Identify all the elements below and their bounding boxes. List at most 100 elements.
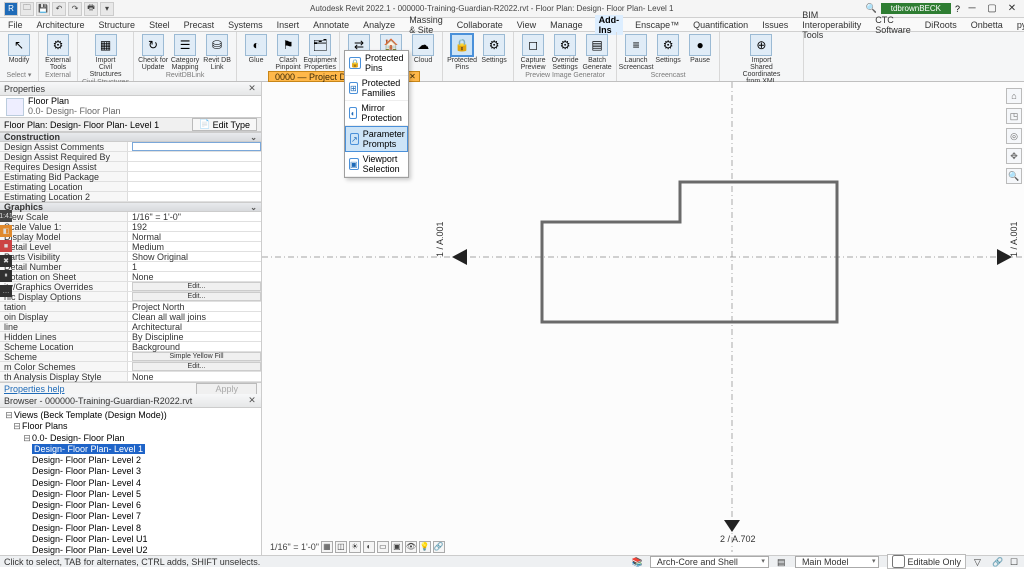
workset-selector[interactable]: Arch-Core and Shell	[650, 556, 769, 568]
section-construction[interactable]: Construction⌄	[0, 132, 261, 142]
nav-wheel-icon[interactable]: ◎	[1006, 128, 1022, 144]
dropdown-protected-pins[interactable]: 🔒Protected Pins	[345, 51, 408, 76]
vc-hide-icon[interactable]: 👁	[405, 541, 417, 553]
ribbon-override-settings[interactable]: ⚙Override Settings	[550, 34, 580, 71]
status-designopt-icon[interactable]: ▤	[777, 557, 787, 567]
ribbon-settings[interactable]: ⚙Settings	[653, 34, 683, 71]
view-tab-close[interactable]: ✕	[409, 72, 416, 81]
minimize-button[interactable]: ─	[964, 3, 980, 14]
menu-precast[interactable]: Precast	[182, 20, 217, 30]
tree-design-floor-plan-level-4[interactable]: Design- Floor Plan- Level 4	[4, 478, 257, 489]
menu-file[interactable]: File	[6, 20, 25, 30]
tree-0-0-design-floor-plan[interactable]: ⊟0.0- Design- Floor Plan	[4, 433, 257, 444]
menu-onbetta[interactable]: Onbetta	[969, 20, 1005, 30]
tree-design-floor-plan-level-u2[interactable]: Design- Floor Plan- Level U2	[4, 545, 257, 555]
nav-pan-icon[interactable]: ✥	[1006, 148, 1022, 164]
menu-manage[interactable]: Manage	[548, 20, 585, 30]
vc-detail-icon[interactable]: ▦	[321, 541, 333, 553]
ribbon-revit-db-link[interactable]: ⛁Revit DB Link	[202, 34, 232, 71]
menu-view[interactable]: View	[515, 20, 538, 30]
dropdown-mirror-protection[interactable]: ◐Mirror Protection	[345, 101, 408, 126]
menu-ctc-software[interactable]: CTC Software	[873, 15, 913, 35]
view-scale-label[interactable]: 1/16" = 1'-0"	[270, 542, 319, 552]
ribbon-settings[interactable]: ⚙Settings	[479, 34, 509, 71]
vc-sun-icon[interactable]: ☀	[349, 541, 361, 553]
menu-issues[interactable]: Issues	[760, 20, 790, 30]
menu-collaborate[interactable]: Collaborate	[455, 20, 505, 30]
vc-cropvis-icon[interactable]: ▣	[391, 541, 403, 553]
ribbon-check-for-update[interactable]: ↻Check for Update	[138, 34, 168, 71]
ribbon-clash-pinpoint[interactable]: ⚑Clash Pinpoint	[273, 34, 303, 71]
tree-design-floor-plan-level-8[interactable]: Design- Floor Plan- Level 8	[4, 523, 257, 534]
qat-print[interactable]: 🖶	[84, 2, 98, 16]
menu-bim-interoperability-tools[interactable]: BIM Interoperability Tools	[800, 10, 863, 40]
nav-zoom-icon[interactable]: 🔍	[1006, 168, 1022, 184]
menu-insert[interactable]: Insert	[275, 20, 302, 30]
status-worksets-icon[interactable]: 📚	[632, 557, 642, 567]
qat-more[interactable]: ▾	[100, 2, 114, 16]
menu-systems[interactable]: Systems	[226, 20, 265, 30]
ribbon-glue[interactable]: ◐Glue	[241, 34, 271, 71]
status-filter-icon[interactable]: ▽	[974, 557, 984, 567]
apply-button[interactable]: Apply	[196, 383, 257, 395]
properties-help-link[interactable]: Properties help	[4, 384, 65, 394]
ribbon-import-civil-structures[interactable]: ▦Import Civil Structures	[91, 34, 121, 78]
ribbon-protected-pins[interactable]: 🔒Protected Pins	[447, 34, 477, 71]
menu-diroots[interactable]: DiRoots	[923, 20, 959, 30]
menu-pyrevit[interactable]: pyRevit	[1015, 20, 1024, 30]
menu-steel[interactable]: Steel	[147, 20, 172, 30]
tree-design-floor-plan-level-1[interactable]: Design- Floor Plan- Level 1	[4, 444, 257, 455]
section-graphics[interactable]: Graphics⌄	[0, 202, 261, 212]
tree-design-floor-plan-level-2[interactable]: Design- Floor Plan- Level 2	[4, 455, 257, 466]
ribbon-equipment-properties[interactable]: 🗂Equipment Properties	[305, 34, 335, 71]
vc-reveal-icon[interactable]: 💡	[419, 541, 431, 553]
tree-design-floor-plan-level-6[interactable]: Design- Floor Plan- Level 6	[4, 500, 257, 511]
tree-design-floor-plan-level-5[interactable]: Design- Floor Plan- Level 5	[4, 489, 257, 500]
menu-enscape-[interactable]: Enscape™	[633, 20, 681, 30]
vc-crop-icon[interactable]: ▭	[377, 541, 389, 553]
dock-btn-5[interactable]: ⏸	[0, 270, 12, 282]
dock-btn-4[interactable]: ✖	[0, 255, 12, 267]
menu-structure[interactable]: Structure	[97, 20, 138, 30]
ribbon-pause[interactable]: ●Pause	[685, 34, 715, 71]
nav-home-icon[interactable]: ⌂	[1006, 88, 1022, 104]
dock-btn-2[interactable]: ◧	[0, 225, 12, 237]
status-select-icon[interactable]: ☐	[1010, 557, 1020, 567]
qat-save[interactable]: 💾	[36, 2, 50, 16]
dropdown-viewport-selection[interactable]: ▣Viewport Selection	[345, 152, 408, 177]
status-link-icon[interactable]: 🔗	[992, 557, 1002, 567]
tree-floor-plans[interactable]: ⊟Floor Plans	[4, 421, 257, 432]
qat-redo[interactable]: ↷	[68, 2, 82, 16]
qat-open[interactable]: 🗀	[20, 2, 34, 16]
help-icon[interactable]: ?	[955, 4, 960, 14]
dropdown-parameter-prompts[interactable]: ↗Parameter Prompts	[345, 126, 408, 152]
dock-btn-6[interactable]: …	[0, 285, 12, 297]
design-option-selector[interactable]: Main Model	[795, 556, 880, 568]
menu-annotate[interactable]: Annotate	[311, 20, 351, 30]
ribbon-external-tools[interactable]: ⚙External Tools	[43, 34, 73, 71]
menu-architecture[interactable]: Architecture	[35, 20, 87, 30]
ribbon-launch-screencast[interactable]: ≡Launch Screencast	[621, 34, 651, 71]
vc-style-icon[interactable]: ◫	[335, 541, 347, 553]
tree-design-floor-plan-level-u1[interactable]: Design- Floor Plan- Level U1	[4, 534, 257, 545]
ribbon-category-mapping[interactable]: ☰Category Mapping	[170, 34, 200, 71]
vc-shadow-icon[interactable]: ◐	[363, 541, 375, 553]
dropdown-protected-families[interactable]: ⊞Protected Families	[345, 76, 408, 101]
tree-design-floor-plan-level-3[interactable]: Design- Floor Plan- Level 3	[4, 466, 257, 477]
nav-cube-icon[interactable]: ◳	[1006, 108, 1022, 124]
ribbon-capture-preview[interactable]: ◻Capture Preview	[518, 34, 548, 71]
browser-close[interactable]: ✕	[247, 395, 257, 406]
tree-design-floor-plan-level-7[interactable]: Design- Floor Plan- Level 7	[4, 511, 257, 522]
menu-analyze[interactable]: Analyze	[361, 20, 397, 30]
qat-undo[interactable]: ↶	[52, 2, 66, 16]
user-badge[interactable]: tdbrownBECK	[881, 3, 951, 14]
search-icon[interactable]: 🔍	[866, 3, 877, 14]
dock-btn-3[interactable]: ■	[0, 240, 12, 252]
edit-type-button[interactable]: 📄 Edit Type	[192, 118, 257, 131]
maximize-button[interactable]: ▢	[984, 3, 1000, 14]
dock-btn-1[interactable]: 1:41	[0, 210, 12, 222]
tree-views-beck-template-design-mode-[interactable]: ⊟Views (Beck Template (Design Mode))	[4, 410, 257, 421]
menu-quantification[interactable]: Quantification	[691, 20, 750, 30]
close-button[interactable]: ✕	[1004, 3, 1020, 14]
vc-constraints-icon[interactable]: 🔗	[433, 541, 445, 553]
